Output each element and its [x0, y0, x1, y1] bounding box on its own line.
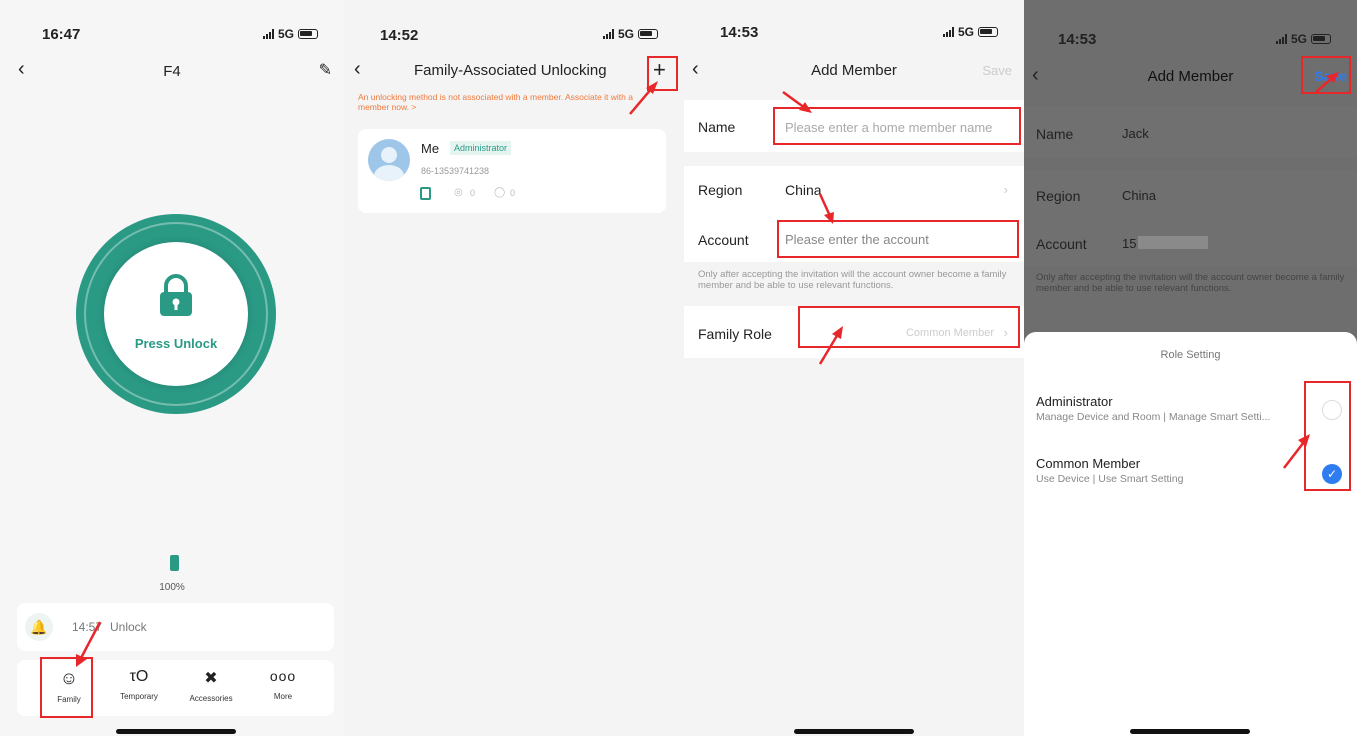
edit-icon[interactable]: ✎ [319, 60, 332, 80]
highlight-box [773, 107, 1021, 145]
battery-icon [978, 27, 998, 37]
page-title: Family-Associated Unlocking [414, 62, 607, 79]
add-member-screen: 14:53 5G ‹ Add Member Save Name Please e… [684, 0, 1024, 736]
network-type: 5G [617, 27, 634, 41]
signal-icon [942, 27, 954, 37]
invitation-notice: Only after accepting the invitation will… [698, 269, 1007, 291]
page-title: F4 [163, 63, 181, 80]
home-indicator [1130, 729, 1250, 734]
warning-banner[interactable]: An unlocking method is not associated wi… [358, 92, 638, 112]
region-account-group: Region China Account 15 [1024, 170, 1357, 266]
password-icon: ◯ [494, 187, 506, 198]
role-badge: Administrator [450, 141, 512, 155]
redacted-block [1138, 236, 1208, 249]
unlock-log-card[interactable]: 🔔 14:57 Unlock [17, 603, 334, 651]
page-title: Add Member [811, 62, 897, 79]
battery-icon [638, 29, 658, 39]
highlight-box [40, 657, 93, 718]
lock-icon [160, 274, 192, 316]
unlock-ring[interactable]: Press Unlock [76, 214, 276, 414]
highlight-box [798, 306, 1020, 348]
save-button[interactable]: Save [982, 63, 1012, 78]
home-indicator [794, 729, 914, 734]
name-row: Name Jack [1024, 106, 1357, 158]
bell-icon: 🔔 [25, 613, 53, 641]
family-unlocking-screen: 14:52 5G ‹ Family-Associated Unlocking +… [344, 0, 684, 736]
name-value[interactable]: Jack [1122, 126, 1149, 141]
log-event: Unlock [110, 620, 147, 634]
member-name: Me [421, 141, 440, 156]
lock-home-screen: 16:47 5G ‹ F4 ✎ Press Unlock 100% 🔔 14:5… [0, 0, 344, 736]
member-card[interactable]: Me Administrator 86-13539741238 ◎ 0 ◯ 0 [358, 129, 666, 213]
region-value[interactable]: China [785, 182, 822, 198]
status-time: 14:53 [720, 24, 759, 41]
status-bar: 14:53 5G [684, 0, 1024, 41]
account-label: Account [1036, 236, 1087, 252]
card-icon [420, 187, 431, 200]
region-value[interactable]: China [1122, 188, 1156, 203]
tab-accessories[interactable]: ✖ Accessories [181, 668, 241, 703]
signal-icon [602, 29, 614, 39]
signal-icon [1275, 34, 1287, 44]
password-count: 0 [510, 188, 516, 198]
status-time: 16:47 [42, 26, 81, 43]
battery-level: 100% [159, 582, 185, 593]
key-icon: τO [129, 668, 149, 685]
network-type: 5G [277, 27, 294, 41]
fingerprint-icon: ◎ [454, 187, 463, 198]
region-label: Region [698, 182, 743, 198]
status-bar: 14:53 5G [1024, 0, 1357, 48]
role-setting-sheet: Role Setting Administrator Manage Device… [1024, 332, 1357, 736]
sheet-title: Role Setting [1160, 349, 1221, 361]
highlight-box [1304, 381, 1351, 491]
highlight-box [1301, 56, 1351, 94]
home-indicator [116, 729, 236, 734]
tab-temporary[interactable]: τO Temporary [109, 668, 169, 701]
status-time: 14:53 [1058, 31, 1097, 48]
account-label: Account [698, 232, 749, 248]
highlight-box [647, 56, 678, 91]
fingerprint-count: 0 [470, 188, 476, 198]
battery-icon [1311, 34, 1331, 44]
network-type: 5G [1290, 32, 1307, 46]
network-type: 5G [957, 25, 974, 39]
status-bar: 14:52 5G [344, 0, 684, 44]
invitation-notice: Only after accepting the invitation will… [1036, 272, 1345, 294]
role-setting-screen: 14:53 5G ‹ Add Member Save Name Jack Reg… [1024, 0, 1357, 736]
more-icon: ooo [269, 668, 297, 684]
status-bar: 16:47 5G [0, 0, 344, 43]
tab-more[interactable]: ooo More [253, 668, 313, 701]
back-icon[interactable]: ‹ [354, 58, 361, 81]
avatar [368, 139, 410, 181]
member-phone: 86-13539741238 [421, 166, 490, 176]
region-label: Region [1036, 188, 1081, 204]
status-time: 14:52 [380, 27, 419, 44]
unlock-label: Press Unlock [134, 336, 218, 351]
account-value[interactable]: 15 [1122, 236, 1136, 251]
unlock-button[interactable]: Press Unlock [104, 242, 248, 386]
signal-icon [262, 29, 274, 39]
chevron-right-icon: › [1003, 182, 1008, 197]
log-time: 14:57 [72, 620, 103, 634]
highlight-box [777, 220, 1019, 258]
battery-icon [298, 29, 318, 39]
name-label: Name [1036, 126, 1074, 142]
name-label: Name [698, 119, 736, 135]
battery-level-icon [170, 555, 179, 571]
tools-icon: ✖ [204, 670, 218, 687]
family-role-label: Family Role [698, 326, 772, 342]
